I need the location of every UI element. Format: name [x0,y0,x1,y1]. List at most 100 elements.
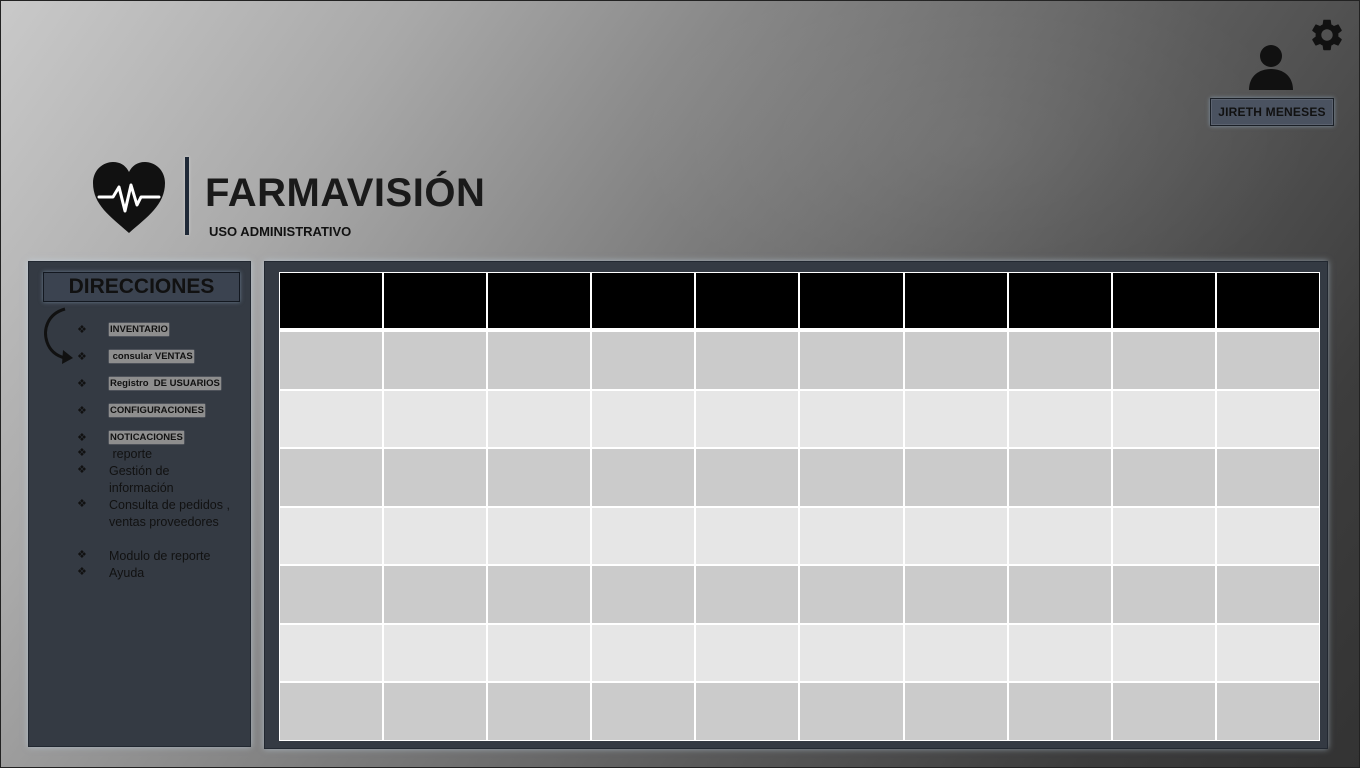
table-cell[interactable] [1112,390,1215,448]
sidebar-item-reporte[interactable]: ❖ reporte [77,446,231,463]
sidebar-item-modulo-reporte[interactable]: ❖ Modulo de reporte [77,548,231,565]
app-title: FARMAVISIÓN [205,171,486,215]
table-header-cell [592,273,695,330]
table-cell[interactable] [280,683,383,740]
user-name-button[interactable]: JIRETH MENESES [1210,98,1334,126]
table-cell[interactable] [800,390,903,448]
table-cell[interactable] [280,449,383,506]
table-cell[interactable] [1112,624,1215,682]
table-cell[interactable] [800,566,903,623]
table-cell[interactable] [696,624,799,682]
table-cell[interactable] [904,507,1007,565]
table-cell[interactable] [1216,449,1319,506]
table-cell[interactable] [384,449,487,506]
table-cell[interactable] [488,566,591,623]
table-header-cell [1008,273,1111,330]
table-cell[interactable] [1216,390,1319,448]
table-cell[interactable] [696,683,799,740]
table-cell[interactable] [696,449,799,506]
table-cell[interactable] [904,683,1007,740]
sidebar-item-ayuda[interactable]: ❖ Ayuda [77,565,231,582]
table-cell[interactable] [384,683,487,740]
table-cell[interactable] [280,507,383,565]
sidebar-item-configuraciones[interactable]: ❖ CONFIGURACIONES [77,404,205,418]
sidebar-item-consulta-pedidos[interactable]: ❖ Consulta de pedidos , ventas proveedor… [77,497,233,531]
sidebar-item-notificaciones[interactable]: ❖ NOTICACIONES [77,431,184,445]
table-cell[interactable] [488,507,591,565]
sidebar-item-label[interactable]: Ayuda [109,565,231,582]
table-cell[interactable] [384,507,487,565]
table-cell[interactable] [488,624,591,682]
curved-arrow-icon [44,307,73,364]
table-cell[interactable] [280,624,383,682]
gear-icon[interactable] [1308,16,1346,54]
sidebar-item-label[interactable]: Gestión de información [109,463,199,497]
table-cell[interactable] [1216,683,1319,740]
table-cell[interactable] [592,507,695,565]
table-cell[interactable] [800,507,903,565]
table-cell[interactable] [800,624,903,682]
table-cell[interactable] [904,449,1007,506]
sidebar-item-label[interactable]: INVENTARIO [109,323,169,336]
table-cell[interactable] [488,449,591,506]
sidebar-item-label[interactable]: NOTICACIONES [109,431,184,444]
table-cell[interactable] [904,566,1007,623]
table-cell[interactable] [592,624,695,682]
table-cell[interactable] [384,390,487,448]
table-cell[interactable] [488,332,591,389]
user-icon[interactable] [1247,44,1295,90]
table-cell[interactable] [904,624,1007,682]
diamond-bullet-icon: ❖ [77,447,87,459]
table-cell[interactable] [384,566,487,623]
table-cell[interactable] [800,449,903,506]
table-cell[interactable] [1112,507,1215,565]
sidebar-item-label[interactable]: Registro DE USUARIOS [109,377,221,390]
table-cell[interactable] [1216,624,1319,682]
sidebar-item-usuarios[interactable]: ❖ Registro DE USUARIOS [77,377,221,391]
sidebar-item-gestion[interactable]: ❖ Gestión de información [77,463,199,497]
table-cell[interactable] [1008,507,1111,565]
table-cell[interactable] [1112,683,1215,740]
table-cell[interactable] [1112,566,1215,623]
table-cell[interactable] [800,683,903,740]
table-cell[interactable] [1008,390,1111,448]
table-cell[interactable] [1216,507,1319,565]
sidebar-item-label[interactable]: CONFIGURACIONES [109,404,205,417]
table-cell[interactable] [696,390,799,448]
table-cell[interactable] [592,332,695,389]
table-cell[interactable] [592,449,695,506]
table-cell[interactable] [800,332,903,389]
app-subtitle: USO ADMINISTRATIVO [209,224,352,239]
table-cell[interactable] [280,390,383,448]
table-cell[interactable] [696,332,799,389]
table-cell[interactable] [1008,332,1111,389]
sidebar-item-label[interactable]: Modulo de reporte [109,548,231,565]
table-cell[interactable] [488,683,591,740]
table-cell[interactable] [1008,566,1111,623]
table-cell[interactable] [904,390,1007,448]
sidebar-item-label[interactable]: reporte [109,446,231,463]
table-cell[interactable] [592,683,695,740]
table-cell[interactable] [1008,449,1111,506]
sidebar-item-ventas[interactable]: ❖ consular VENTAS [77,350,194,364]
table-cell[interactable] [1216,332,1319,389]
table-cell[interactable] [592,566,695,623]
table-cell[interactable] [280,566,383,623]
table-cell[interactable] [1112,449,1215,506]
table-cell[interactable] [1008,624,1111,682]
sidebar-item-inventario[interactable]: ❖ INVENTARIO [77,323,169,337]
table-cell[interactable] [1216,566,1319,623]
table-cell[interactable] [696,566,799,623]
sidebar-item-label[interactable]: Consulta de pedidos , ventas proveedores [109,497,233,531]
table-cell[interactable] [904,332,1007,389]
diamond-bullet-icon: ❖ [77,324,87,336]
table-cell[interactable] [1112,332,1215,389]
sidebar-item-label[interactable]: consular VENTAS [109,350,194,363]
table-cell[interactable] [280,332,383,389]
table-cell[interactable] [592,390,695,448]
table-cell[interactable] [384,624,487,682]
table-cell[interactable] [488,390,591,448]
table-cell[interactable] [696,507,799,565]
table-cell[interactable] [384,332,487,389]
table-cell[interactable] [1008,683,1111,740]
